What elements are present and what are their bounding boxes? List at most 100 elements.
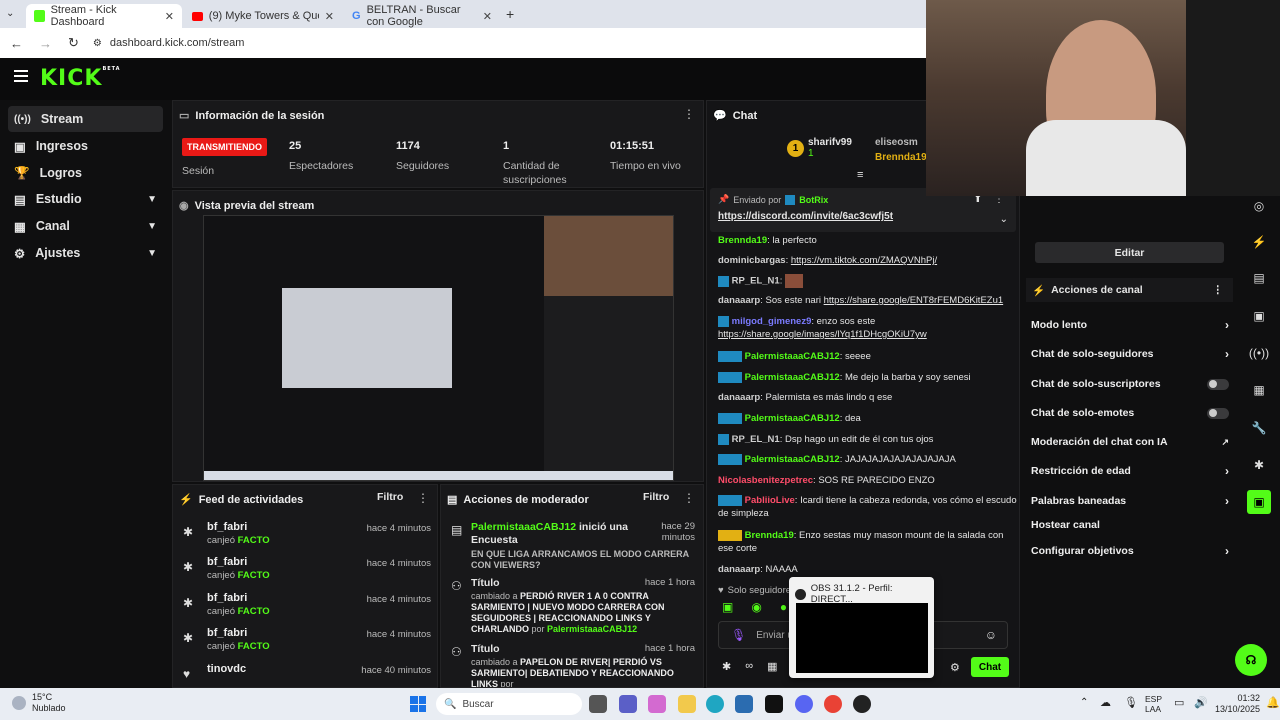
channel-actions-header: ⚡ Acciones de canal ⋮ [1026, 278, 1233, 302]
notification-icon[interactable]: 🔔 [1266, 696, 1280, 709]
sidebar-item-estudio[interactable]: ▤ Estudio ▼ [8, 186, 163, 212]
action-age-restriction[interactable]: Restricción de edad › [1031, 461, 1229, 481]
action-slow-mode[interactable]: Modo lento › [1031, 315, 1229, 335]
support-icon[interactable]: ☊ [1235, 644, 1267, 676]
emoji-icon[interactable]: ☺ [985, 628, 997, 642]
back-icon[interactable]: ← [10, 36, 23, 51]
activity-feed-panel: ⚡ Feed de actividades Filtro ⋮ ✱ bf_fabri c… [172, 484, 438, 688]
feed-title: ⚡ Feed de actividades [179, 493, 304, 507]
emote-icon[interactable]: ▣ [1247, 490, 1271, 514]
clock[interactable]: 01:32 13/10/2025 [1215, 693, 1260, 715]
emote-icon[interactable]: ▣ [722, 600, 733, 616]
list-icon: ▤ [447, 494, 458, 506]
sidebar-item-canal[interactable]: ▦ Canal ▼ [8, 213, 163, 239]
onedrive-icon[interactable]: ☁ [1100, 696, 1111, 709]
tiktok-icon[interactable] [765, 695, 783, 713]
action-emotes-only: Chat de solo-emotes [1031, 403, 1229, 423]
language-indicator[interactable]: ESP LAA [1145, 694, 1162, 714]
filter-icon[interactable]: ≡ [857, 169, 863, 181]
document-icon[interactable]: ▤ [1247, 266, 1271, 290]
chat-link[interactable]: https://share.google/ENT8rFEMD6KitEZu1 [824, 295, 1004, 306]
subs-only-toggle[interactable] [1207, 378, 1229, 390]
tab-youtube[interactable]: (9) Myke Towers & Quevedo - Si ✕ [184, 4, 342, 28]
broadcast-icon[interactable]: ((•)) [1247, 341, 1271, 365]
stream-preview-video[interactable] [203, 215, 674, 481]
tab-list-dropdown-icon[interactable]: ⌄ [6, 8, 14, 19]
new-tab-icon[interactable]: + [506, 6, 514, 22]
action-host-channel[interactable]: Hostear canal [1031, 515, 1229, 535]
infinity-icon[interactable]: ∞ [745, 660, 753, 673]
tab-kick-dashboard[interactable]: Stream - Kick Dashboard ✕ [26, 4, 182, 28]
more-icon[interactable]: ⋮ [683, 491, 695, 505]
chat-message: Brennda19: Enzo sestas muy mason mount d… [718, 529, 1004, 554]
close-tab-icon[interactable]: ✕ [483, 10, 492, 23]
start-icon[interactable] [410, 696, 426, 712]
edit-button[interactable]: Editar [1035, 242, 1224, 263]
store-icon[interactable]: ▦ [767, 660, 777, 673]
emotes-only-toggle[interactable] [1207, 407, 1229, 419]
url-field[interactable]: dashboard.kick.com/stream [110, 37, 245, 49]
chat-icon[interactable]: ▣ [1247, 304, 1271, 328]
microphone-icon[interactable]: 🎙 [1124, 696, 1138, 709]
feed-filter-button[interactable]: Filtro [377, 491, 403, 503]
more-icon[interactable]: ⋮ [417, 491, 429, 505]
close-tab-icon[interactable]: ✕ [165, 10, 174, 23]
reload-icon[interactable]: ↻ [68, 35, 79, 51]
obs-preview-popup[interactable]: OBS 31.1.2 - Perfil: DIRECT... [789, 577, 934, 678]
explorer-icon[interactable] [678, 695, 696, 713]
sidebar-item-ajustes[interactable]: ⚙ Ajustes ▼ [8, 240, 163, 266]
action-subs-only: Chat de solo-suscriptores [1031, 374, 1229, 394]
more-icon[interactable]: ⋮ [1213, 284, 1224, 296]
obs-icon[interactable] [853, 695, 871, 713]
mod-filter-button[interactable]: Filtro [643, 491, 669, 503]
microphone-icon[interactable]: 🎙 [731, 628, 746, 642]
sidebar-item-logros[interactable]: 🏆 Logros [8, 160, 163, 186]
discord-icon[interactable] [795, 695, 813, 713]
sidebar-item-ingresos[interactable]: ▣ Ingresos [8, 133, 163, 159]
chat-link[interactable]: https://vm.tiktok.com/ZMAQVNhPj/ [791, 255, 937, 266]
chat-settings-icon[interactable]: ⚙ [950, 661, 960, 674]
user-badge-icon [718, 315, 729, 327]
redeem-icon: ✱ [183, 596, 194, 610]
tab-google[interactable]: G BELTRAN - Buscar con Google ✕ [344, 4, 500, 28]
chevron-right-icon: › [1225, 464, 1229, 478]
layout-icon[interactable]: ▦ [1247, 378, 1271, 402]
pinned-link[interactable]: https://discord.com/invite/6ac3cwfj5t [718, 211, 893, 222]
volume-icon[interactable]: 🔊 [1194, 696, 1208, 709]
external-link-icon: ↗ [1221, 436, 1229, 447]
network-icon[interactable]: ▭ [1174, 696, 1184, 709]
more-icon[interactable]: ⋮ [683, 107, 695, 121]
mod-badge-icon [718, 453, 742, 465]
action-ai-moderation[interactable]: Moderación del chat con IA ↗ [1031, 432, 1229, 452]
emote-icon[interactable]: ◉ [751, 600, 761, 616]
menu-icon[interactable] [14, 70, 28, 82]
action-banned-words[interactable]: Palabras baneadas › [1031, 491, 1229, 511]
task-view-icon[interactable] [589, 695, 607, 713]
sidebar-item-stream[interactable]: ((•)) Stream [8, 106, 163, 132]
copilot-icon[interactable] [648, 695, 666, 713]
weather-widget[interactable]: 15°C Nublado [12, 692, 66, 714]
points-icon[interactable]: ✱ [1247, 453, 1271, 477]
chat-tools: ✱ ∞ ▦ [722, 660, 777, 673]
target-icon[interactable]: ◎ [1247, 194, 1271, 218]
taskbar-search[interactable]: 🔍 Buscar [436, 693, 582, 715]
points-icon[interactable]: ✱ [722, 660, 731, 673]
edge-icon[interactable] [706, 695, 724, 713]
teams-icon[interactable] [619, 695, 637, 713]
chat-link[interactable]: https://share.google/images/lYq1f1DHcgOK… [718, 329, 927, 340]
chat-send-button[interactable]: Chat [971, 657, 1009, 677]
bolt-icon[interactable]: ⚡ [1247, 230, 1271, 254]
chevron-down-icon[interactable]: ⌄ [1000, 214, 1008, 225]
kick-logo[interactable]: KICKBETA [40, 66, 121, 91]
wrench-icon[interactable]: 🔧 [1247, 416, 1271, 440]
chrome-icon[interactable] [824, 695, 842, 713]
forward-icon[interactable]: → [39, 36, 52, 51]
action-followers-only[interactable]: Chat de solo-seguidores › [1031, 344, 1229, 364]
stream-icon: ((•)) [14, 113, 31, 125]
store-icon[interactable] [735, 695, 753, 713]
close-tab-icon[interactable]: ✕ [325, 10, 334, 23]
site-info-icon[interactable]: ⚙ [93, 38, 102, 49]
action-goals[interactable]: Configurar objetivos › [1031, 541, 1229, 561]
tray-chevron-icon[interactable]: ⌃ [1080, 697, 1088, 708]
emote-icon[interactable]: ● [780, 600, 787, 616]
